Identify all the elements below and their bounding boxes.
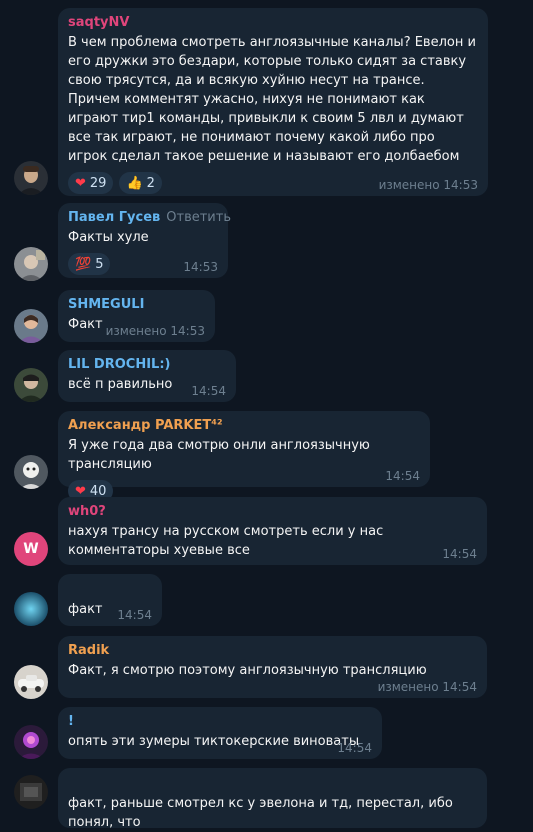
reaction-count: 5 (95, 256, 104, 272)
avatar[interactable] (14, 665, 48, 699)
message-bubble[interactable]: wh0? нахуя трансу на русском смотреть ес… (58, 497, 487, 565)
message-text: Факт, я смотрю поэтому англоязычную тран… (68, 663, 427, 678)
message-time: 14:54 (442, 547, 477, 561)
avatar[interactable] (14, 161, 48, 195)
message-bubble[interactable]: saqtyNV В чем проблема смотреть англоязы… (58, 8, 488, 196)
message-bubble[interactable]: Александр PARKET⁴² Я уже года два смотрю… (58, 411, 430, 502)
message-bubble[interactable]: LIL DROCHIL:) всё п равильно 14:54 (58, 350, 236, 402)
avatar[interactable] (14, 247, 48, 281)
message-bubble[interactable]: Radik Факт, я смотрю поэтому англоязычну… (58, 636, 487, 698)
message-text: Факты хуле (68, 230, 149, 245)
message-time: 14:54 (385, 469, 420, 483)
message-time: 14:54 (337, 741, 372, 755)
reply-button[interactable]: Ответить (166, 210, 231, 225)
avatar[interactable] (14, 309, 48, 343)
message-time: изменено 14:53 (105, 324, 205, 338)
message-text: Я уже года два смотрю онли англоязычную … (68, 438, 370, 472)
message-author[interactable]: wh0? (68, 504, 477, 519)
message-text: факт, раньше смотрел кс у эвелона и тд, … (68, 796, 453, 830)
message-text: опять эти зумеры тиктокерские виноваты (68, 734, 360, 749)
message-bubble[interactable]: Павел Гусев Ответить Факты хуле 💯 5 14:53 (58, 203, 231, 278)
message-author[interactable]: LIL DROCHIL:) (68, 357, 226, 372)
message-time: 14:54 (191, 384, 226, 398)
author-name[interactable]: Павел Гусев (68, 210, 160, 225)
message-time: изменено 14:53 (378, 178, 478, 192)
avatar-letter[interactable]: W (14, 532, 48, 566)
message-text: нахуя трансу на русском смотреть если у … (68, 524, 384, 558)
thumbs-up-icon: 👍 (126, 175, 143, 191)
message-time: изменено 14:54 (377, 680, 477, 694)
message-bubble[interactable]: факт, раньше смотрел кс у эвелона и тд, … (58, 768, 487, 830)
message-text: В чем проблема смотреть англоязычные кан… (68, 35, 476, 164)
message-time: 14:53 (183, 260, 218, 274)
avatar[interactable] (14, 775, 48, 809)
reaction-heart[interactable]: ❤ 29 (68, 172, 114, 194)
reaction-count: 29 (89, 175, 107, 191)
message-bubble[interactable]: факт 14:54 (58, 574, 162, 626)
message-author[interactable]: ! (68, 714, 372, 729)
hundred-icon: 💯 (75, 256, 92, 272)
reaction-count: 2 (146, 175, 155, 191)
heart-icon: ❤ (75, 175, 86, 191)
avatar[interactable] (14, 368, 48, 402)
chat-message-list[interactable]: saqtyNV В чем проблема смотреть англоязы… (0, 0, 533, 830)
reaction-thumbs-up[interactable]: 👍 2 (119, 172, 162, 194)
avatar[interactable] (14, 455, 48, 489)
message-author[interactable]: Radik (68, 643, 477, 658)
message-time: 14:54 (117, 608, 152, 622)
message-author[interactable]: SHMEGULI (68, 297, 205, 312)
avatar[interactable] (14, 725, 48, 759)
reaction-hundred[interactable]: 💯 5 (68, 253, 111, 275)
message-bubble[interactable]: SHMEGULI Факт изменено 14:53 (58, 290, 215, 342)
message-author[interactable]: Александр PARKET⁴² (68, 418, 420, 433)
message-author[interactable]: saqtyNV (68, 15, 478, 30)
avatar[interactable] (14, 592, 48, 626)
message-author[interactable]: Павел Гусев Ответить (68, 210, 231, 225)
message-bubble[interactable]: ! опять эти зумеры тиктокерские виноваты… (58, 707, 382, 759)
